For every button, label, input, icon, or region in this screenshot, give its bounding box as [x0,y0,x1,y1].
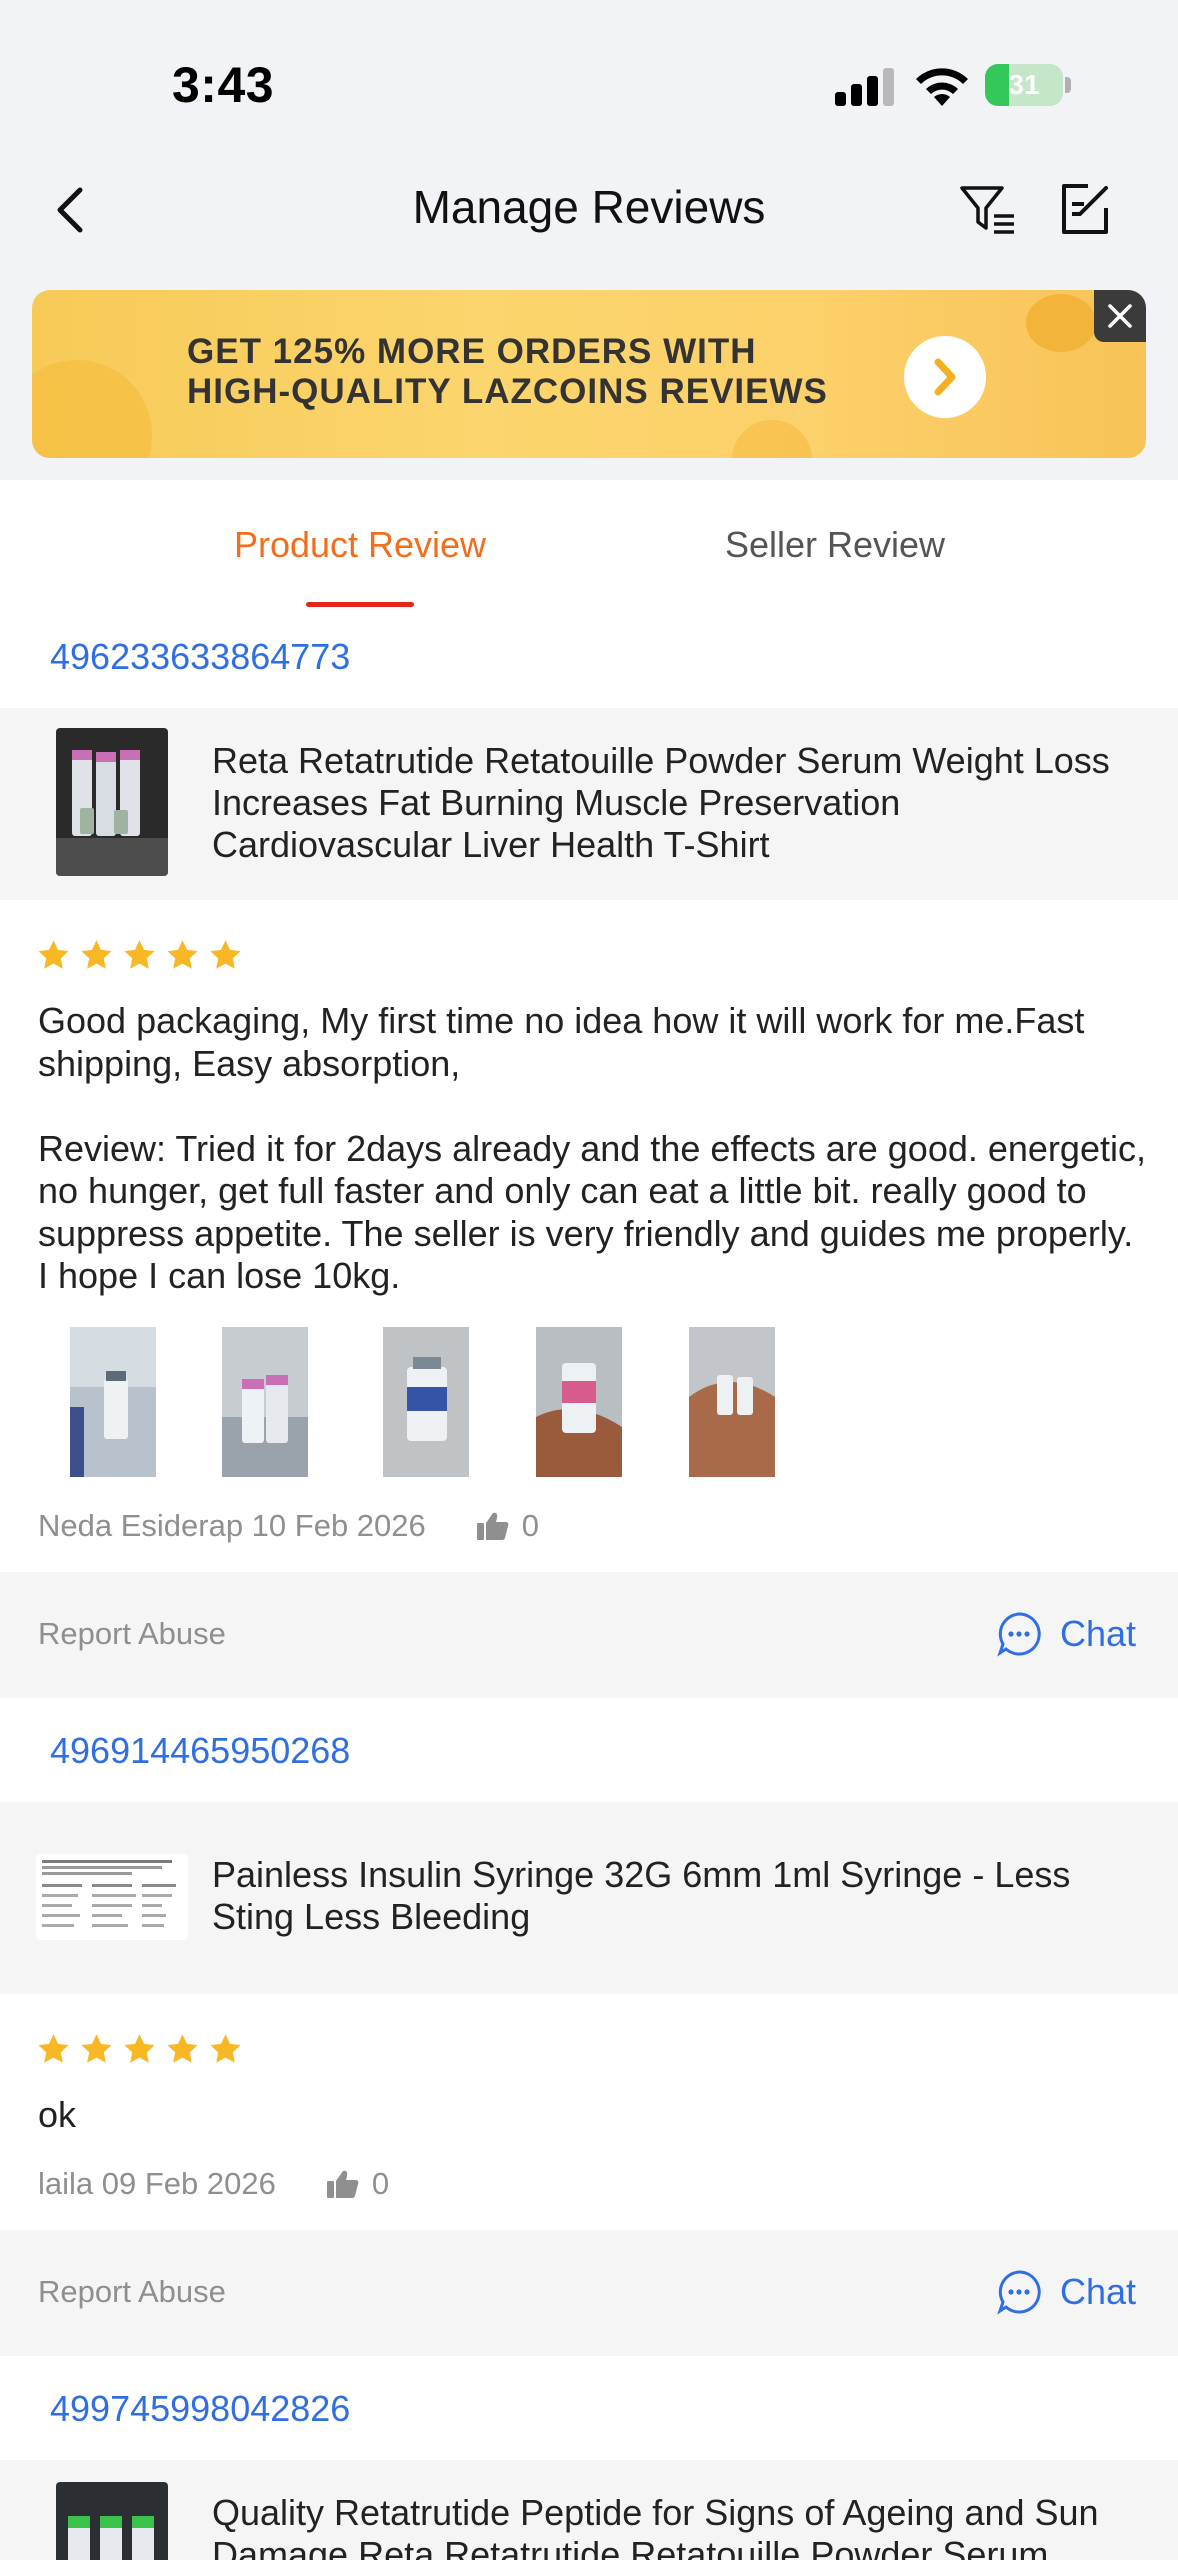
review-author-date: Neda Esiderap 10 Feb 2026 [38,1508,426,1543]
battery-level: 31 [1008,69,1040,100]
star-icon [167,940,198,969]
chat-bubble-icon [997,1612,1041,1657]
status-bar: 3:43 31 [0,0,1178,150]
chat-label: Chat [1060,2271,1137,2312]
chat-label: Chat [1060,1613,1137,1654]
review-action-bar: Report Abuse Chat [0,2230,1178,2356]
like-count: 0 [371,2166,390,2201]
like-count: 0 [521,1508,540,1543]
product-row[interactable]: Reta Retatrutide Retatouille Powder Seru… [0,708,1178,900]
review-photo[interactable] [383,1327,469,1477]
cellular-signal-icon [835,66,895,106]
review-meta: Neda Esiderap 10 Feb 2026 0 [38,1508,539,1544]
review-photo[interactable] [70,1327,156,1477]
star-icon [167,2034,198,2063]
report-abuse-link[interactable]: Report Abuse [38,1616,226,1652]
order-id[interactable]: 499745998042826 [50,2388,350,2430]
star-icon [210,2034,241,2063]
product-row[interactable]: Painless Insulin Syringe 32G 6mm 1ml Syr… [0,1802,1178,1994]
wifi-icon [916,68,968,106]
review-photo[interactable] [536,1327,622,1477]
banner-text: GET 125% MORE ORDERS WITH HIGH-QUALITY L… [187,332,947,412]
star-icon [124,2034,155,2063]
chevron-right-icon[interactable] [904,336,986,418]
report-abuse-link[interactable]: Report Abuse [38,2274,226,2310]
coin-icon [1026,294,1096,352]
order-id[interactable]: 496914465950268 [50,1730,350,1772]
thumbs-up-icon[interactable] [326,2169,360,2199]
active-tab-indicator [306,602,414,607]
product-thumbnail [56,728,168,876]
review-author-date: laila 09 Feb 2026 [38,2166,276,2201]
star-rating [36,938,243,974]
review-text: ok [38,2094,77,2135]
review-photo[interactable] [222,1327,308,1477]
order-id[interactable]: 496233633864773 [50,636,350,678]
chat-button[interactable]: Chat [996,2264,1136,2320]
star-icon [124,940,155,969]
battery-icon: 31 [985,64,1071,106]
review-tabs: Product Review Seller Review [0,480,1178,618]
product-title: Quality Retatrutide Peptide for Signs of… [212,2492,1099,2560]
review-meta: laila 09 Feb 2026 0 [38,2166,389,2202]
review-text: Good packaging, My first time no idea ho… [38,1000,1146,1296]
star-icon [38,2034,69,2063]
review-action-bar: Report Abuse Chat [0,1572,1178,1698]
chat-bubble-icon [997,2270,1041,2315]
close-icon[interactable] [1094,290,1146,342]
product-thumbnail [56,2482,168,2560]
status-time: 3:43 [172,57,275,113]
review-photo[interactable] [689,1327,775,1477]
star-rating [36,2032,243,2068]
star-icon [210,940,241,969]
tab-seller-review[interactable]: Seller Review [0,524,1178,566]
filter-icon[interactable] [958,182,1018,238]
product-thumbnail [36,1854,188,1940]
lazcoins-promo-banner[interactable]: GET 125% MORE ORDERS WITH HIGH-QUALITY L… [32,290,1146,458]
product-row[interactable]: Quality Retatrutide Peptide for Signs of… [0,2460,1178,2560]
star-icon [81,940,112,969]
thumbs-up-icon[interactable] [476,1511,510,1541]
chat-button[interactable]: Chat [996,1606,1136,1662]
banner-line-2: HIGH-QUALITY LAZCOINS REVIEWS [187,372,828,411]
product-title: Reta Retatrutide Retatouille Powder Seru… [212,740,1110,865]
star-icon [81,2034,112,2063]
star-icon [38,940,69,969]
product-title: Painless Insulin Syringe 32G 6mm 1ml Syr… [212,1854,1071,1937]
edit-icon[interactable] [1058,180,1114,238]
banner-line-1: GET 125% MORE ORDERS WITH [187,332,757,371]
